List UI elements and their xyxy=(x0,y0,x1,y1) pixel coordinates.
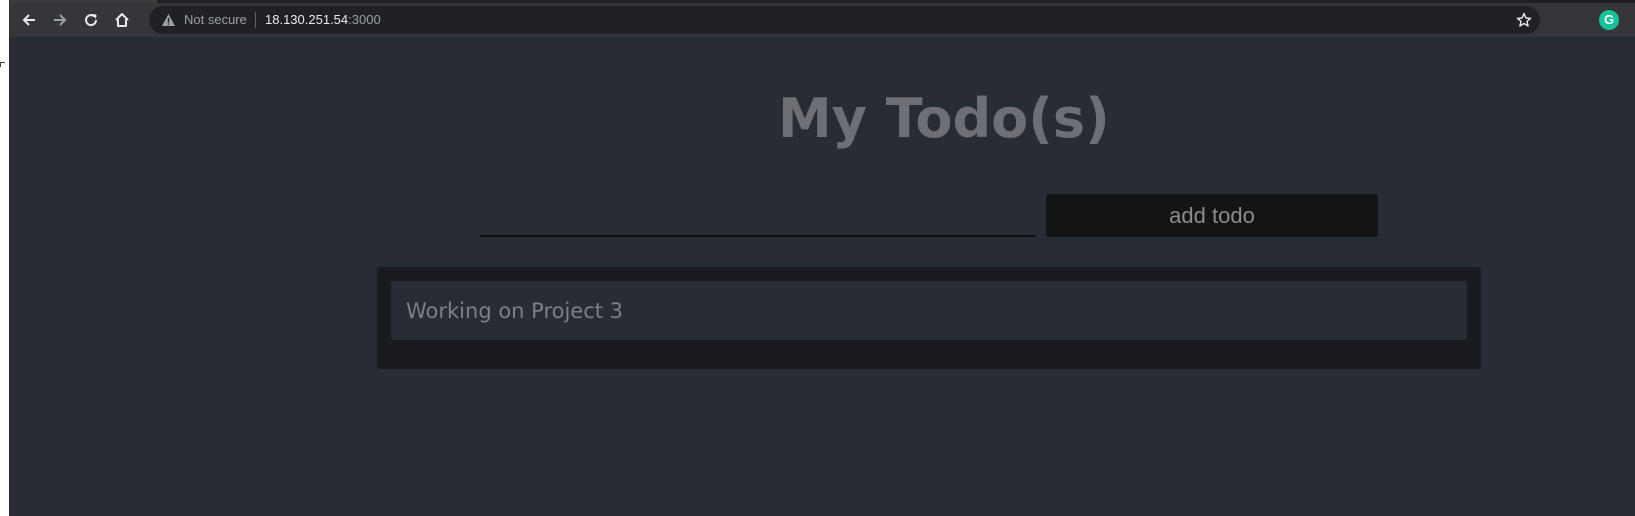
back-button[interactable] xyxy=(15,6,43,34)
todo-item-text: Working on Project 3 xyxy=(406,299,624,323)
reload-icon xyxy=(85,14,98,27)
add-todo-button[interactable]: add todo xyxy=(1046,194,1378,237)
url-host: 18.130.251.54 xyxy=(265,12,349,27)
home-icon xyxy=(115,13,129,27)
window-edge xyxy=(0,0,9,516)
page-title: My Todo(s) xyxy=(778,87,1110,150)
star-icon[interactable] xyxy=(1516,12,1532,28)
browser-toolbar: Not secure 18.130.251.54:3000 G xyxy=(9,3,1635,37)
todo-list: Working on Project 3 xyxy=(377,267,1481,369)
arrow-left-icon xyxy=(22,14,35,26)
arrow-right-icon xyxy=(54,14,67,26)
address-bar[interactable]: Not secure 18.130.251.54:3000 xyxy=(149,6,1540,34)
todo-item[interactable]: Working on Project 3 xyxy=(391,281,1467,340)
todo-input[interactable] xyxy=(480,203,1036,237)
grammarly-icon[interactable]: G xyxy=(1599,10,1619,30)
home-button[interactable] xyxy=(108,6,136,34)
reload-button[interactable] xyxy=(77,6,105,34)
separator xyxy=(255,12,256,28)
forward-button[interactable] xyxy=(46,6,74,34)
url-port: :3000 xyxy=(348,12,381,27)
url-text[interactable]: 18.130.251.54:3000 xyxy=(265,12,381,28)
warning-triangle-icon[interactable] xyxy=(161,13,176,27)
security-status[interactable]: Not secure xyxy=(184,12,247,28)
resize-marker xyxy=(0,62,5,67)
